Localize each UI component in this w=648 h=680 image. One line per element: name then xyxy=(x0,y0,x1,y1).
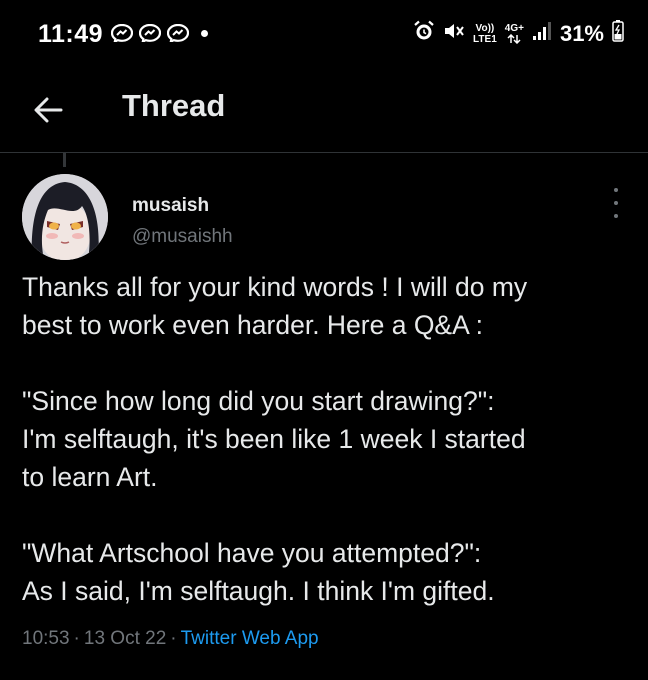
messenger-icon xyxy=(166,23,190,44)
arrow-left-icon xyxy=(34,97,63,123)
tweet-source-link[interactable]: Twitter Web App xyxy=(181,628,319,649)
messenger-icon xyxy=(138,23,162,44)
alarm-icon xyxy=(413,20,435,47)
tweet-time[interactable]: 10:53 xyxy=(22,628,70,649)
avatar-image xyxy=(22,174,108,260)
system-icons: Vo)) LTE1 4G+ 31% xyxy=(413,20,624,47)
meta-separator: · xyxy=(73,628,80,649)
tweet-line: Thanks all for your kind words ! I will … xyxy=(22,272,528,302)
more-options-button[interactable] xyxy=(606,188,626,218)
tweet-line: As I said, I'm selftaugh. I think I'm gi… xyxy=(22,576,495,606)
more-dot-icon xyxy=(614,188,618,192)
tweet-metadata: 10:53 · 13 Oct 22 · Twitter Web App xyxy=(22,628,319,650)
tweet-line: best to work even harder. Here a Q&A : xyxy=(22,310,484,340)
back-button[interactable] xyxy=(26,88,70,132)
battery-icon xyxy=(612,20,624,47)
network-indicator: Vo)) LTE1 xyxy=(473,23,497,45)
more-dot-icon xyxy=(614,201,618,205)
tweet-line: "Since how long did you start drawing?": xyxy=(22,386,495,416)
thread-connector-line xyxy=(63,153,66,167)
thread-header: Thread xyxy=(0,72,648,153)
volte-label: Vo)) xyxy=(475,22,495,34)
tweet-line: I'm selftaugh, it's been like 1 week I s… xyxy=(22,424,526,454)
more-notifications-dot-icon xyxy=(201,29,208,37)
data-arrows-icon xyxy=(507,34,521,44)
tweet-text: Thanks all for your kind words ! I will … xyxy=(22,268,632,610)
user-display-name[interactable]: musaish xyxy=(132,195,209,217)
tweet-date[interactable]: 13 Oct 22 xyxy=(84,628,166,649)
notification-icons xyxy=(110,23,208,44)
avatar[interactable] xyxy=(22,174,108,260)
tweet-line: to learn Art. xyxy=(22,462,158,492)
status-bar: 11:49 Vo)) LTE1 4G+ 31% xyxy=(0,0,648,72)
user-handle[interactable]: @musaishh xyxy=(132,226,233,248)
network-generation: 4G+ xyxy=(505,23,524,44)
network-gen-label: 4G+ xyxy=(504,23,524,34)
signal-icon xyxy=(532,21,552,46)
battery-percent: 31% xyxy=(559,20,604,46)
tweet-line: "What Artschool have you attempted?": xyxy=(22,538,482,568)
messenger-icon xyxy=(110,23,134,44)
status-time: 11:49 xyxy=(38,20,104,48)
page-title: Thread xyxy=(122,88,226,123)
meta-separator: · xyxy=(170,628,177,649)
more-dot-icon xyxy=(614,214,618,218)
lte-label: LTE1 xyxy=(473,33,497,45)
mute-icon xyxy=(443,21,465,46)
